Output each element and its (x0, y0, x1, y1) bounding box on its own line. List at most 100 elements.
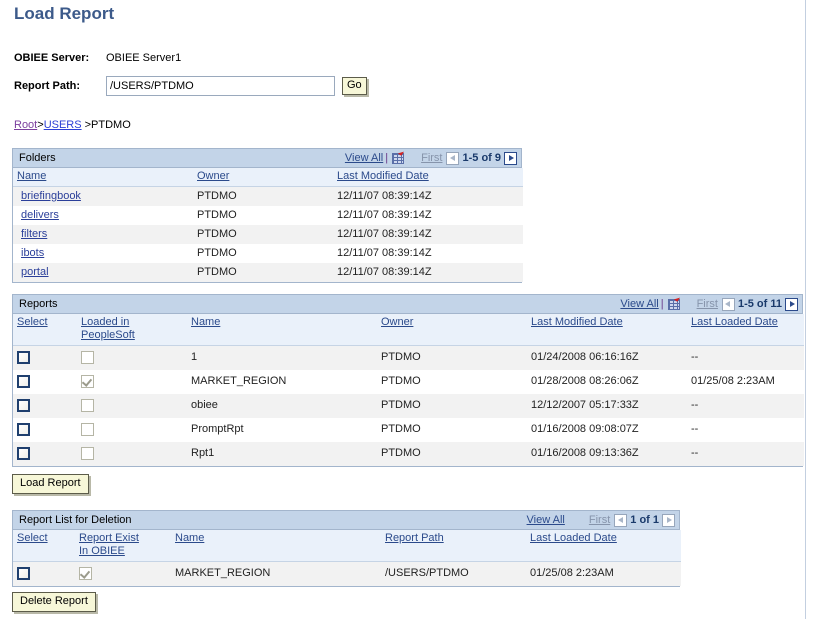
spreadsheet-download-icon[interactable] (667, 295, 681, 311)
report-loaded-checkbox (81, 422, 94, 436)
folder-owner-cell: PTDMO (193, 206, 333, 225)
table-row: briefingbook PTDMO 12/11/07 08:39:14Z (13, 186, 523, 206)
reports-grid: Reports View All | First 1-5 of 11 Selec… (12, 294, 804, 467)
deletion-first-link[interactable]: First (589, 514, 610, 526)
folder-link[interactable]: briefingbook (21, 190, 81, 202)
report-loaded-cell (77, 441, 187, 466)
report-loaded-cell (77, 393, 187, 418)
folders-grid: Folders View All | First 1-5 of 9 Name O… (12, 148, 523, 283)
folders-next-page-button[interactable] (504, 151, 517, 165)
deletion-table-header-row: Select Report Exist In OBIEE Name Report… (13, 530, 681, 562)
report-select-checkbox[interactable] (17, 374, 30, 388)
folder-modified-cell: 12/11/07 08:39:14Z (333, 244, 523, 263)
report-loaded-checkbox (81, 398, 94, 412)
reports-table: Select Loaded in PeopleSoft Name Owner L… (13, 314, 804, 466)
reports-col-last-loaded: Last Loaded Date (687, 314, 804, 346)
table-row: MARKET_REGION PTDMO 01/28/2008 08:26:06Z… (13, 369, 804, 394)
report-select-cell (13, 393, 77, 418)
folders-col-name: Name (13, 168, 193, 187)
reports-prev-page-button[interactable] (721, 297, 735, 311)
deletion-col-name: Name (171, 530, 381, 562)
table-row: MARKET_REGION /USERS/PTDMO 01/25/08 2:23… (13, 561, 681, 586)
reports-col-owner: Owner (377, 314, 527, 346)
report-last-loaded-cell: -- (687, 393, 804, 418)
report-name-cell: 1 (187, 345, 377, 370)
report-last-loaded-cell: -- (687, 441, 804, 466)
report-owner-cell: PTDMO (377, 345, 527, 370)
reports-first-link[interactable]: First (697, 298, 718, 310)
report-select-cell (13, 369, 77, 394)
folder-link[interactable]: ibots (21, 247, 44, 259)
deletion-next-page-button[interactable] (662, 513, 675, 527)
folder-link[interactable]: delivers (21, 209, 59, 221)
deletion-title: Report List for Deletion (19, 514, 132, 526)
deletion-col-report-path: Report Path (381, 530, 526, 562)
folders-table-header-row: Name Owner Last Modified Date (13, 168, 523, 187)
table-row: delivers PTDMO 12/11/07 08:39:14Z (13, 206, 523, 225)
report-select-checkbox[interactable] (17, 446, 30, 460)
reports-col-loaded-in-peoplesoft: Loaded in PeopleSoft (77, 314, 187, 346)
deletion-name-cell: MARKET_REGION (171, 561, 381, 586)
report-last-loaded-cell: 01/25/08 2:23AM (687, 369, 804, 394)
deletion-table: Select Report Exist In OBIEE Name Report… (13, 530, 681, 586)
table-row: Rpt1 PTDMO 01/16/2008 09:13:36Z -- (13, 441, 804, 466)
folders-col-owner: Owner (193, 168, 333, 187)
report-name-cell: MARKET_REGION (187, 369, 377, 394)
folders-table: Name Owner Last Modified Date briefingbo… (13, 168, 523, 282)
folder-owner-cell: PTDMO (193, 263, 333, 282)
deletion-col-last-loaded: Last Loaded Date (526, 530, 681, 562)
folders-title: Folders (19, 152, 56, 164)
report-modified-cell: 01/24/2008 06:16:16Z (527, 345, 687, 370)
report-loaded-checkbox (81, 374, 94, 388)
table-row: portal PTDMO 12/11/07 08:39:14Z (13, 263, 523, 282)
folders-first-link[interactable]: First (421, 152, 442, 164)
folder-link[interactable]: portal (21, 266, 49, 278)
report-owner-cell: PTDMO (377, 393, 527, 418)
reports-next-page-button[interactable] (785, 297, 798, 311)
deletion-prev-page-button[interactable] (614, 513, 628, 527)
breadcrumb-link-users[interactable]: USERS (44, 119, 82, 131)
folders-nav-divider: | (385, 152, 389, 164)
report-select-cell (13, 417, 77, 442)
report-name-cell: obiee (187, 393, 377, 418)
folders-prev-page-button[interactable] (446, 151, 460, 165)
go-button[interactable]: Go (342, 77, 367, 95)
reports-col-modified: Last Modified Date (527, 314, 687, 346)
folder-name-cell: briefingbook (13, 186, 193, 206)
report-select-checkbox[interactable] (17, 422, 30, 436)
deletion-select-cell (13, 561, 75, 586)
report-owner-cell: PTDMO (377, 417, 527, 442)
reports-view-all-link[interactable]: View All (620, 298, 658, 310)
report-path-row: Report Path: Go (14, 76, 367, 96)
deletion-grid-header: Report List for Deletion View All First … (13, 511, 679, 530)
page-right-border (805, 0, 806, 619)
folder-link[interactable]: filters (21, 228, 47, 240)
delete-report-button[interactable]: Delete Report (12, 592, 96, 612)
reports-grid-header: Reports View All | First 1-5 of 11 (13, 295, 802, 314)
report-path-input[interactable] (106, 76, 335, 96)
reports-title: Reports (19, 298, 58, 310)
deletion-view-all-link[interactable]: View All (527, 514, 565, 526)
table-row: obiee PTDMO 12/12/2007 05:17:33Z -- (13, 393, 804, 418)
folders-page-count: 1-5 of 9 (462, 152, 501, 164)
table-row: filters PTDMO 12/11/07 08:39:14Z (13, 225, 523, 244)
report-select-checkbox[interactable] (17, 351, 30, 365)
load-report-button[interactable]: Load Report (12, 474, 89, 494)
spreadsheet-download-icon[interactable] (391, 149, 405, 165)
report-loaded-cell (77, 369, 187, 394)
breadcrumb: Root>USERS >PTDMO (14, 119, 131, 131)
report-select-checkbox[interactable] (17, 398, 30, 412)
page-title: Load Report (14, 4, 115, 23)
report-loaded-cell (77, 417, 187, 442)
folder-modified-cell: 12/11/07 08:39:14Z (333, 225, 523, 244)
report-modified-cell: 01/16/2008 09:13:36Z (527, 441, 687, 466)
reports-col-select: Select (13, 314, 77, 346)
folder-name-cell: ibots (13, 244, 193, 263)
reports-nav-divider: | (660, 298, 664, 310)
breadcrumb-link-root[interactable]: Root (14, 119, 37, 131)
report-path-label: Report Path: (14, 80, 80, 92)
report-last-loaded-cell: -- (687, 417, 804, 442)
folders-view-all-link[interactable]: View All (345, 152, 383, 164)
table-row: PromptRpt PTDMO 01/16/2008 09:08:07Z -- (13, 417, 804, 442)
deletion-select-checkbox[interactable] (17, 567, 30, 581)
